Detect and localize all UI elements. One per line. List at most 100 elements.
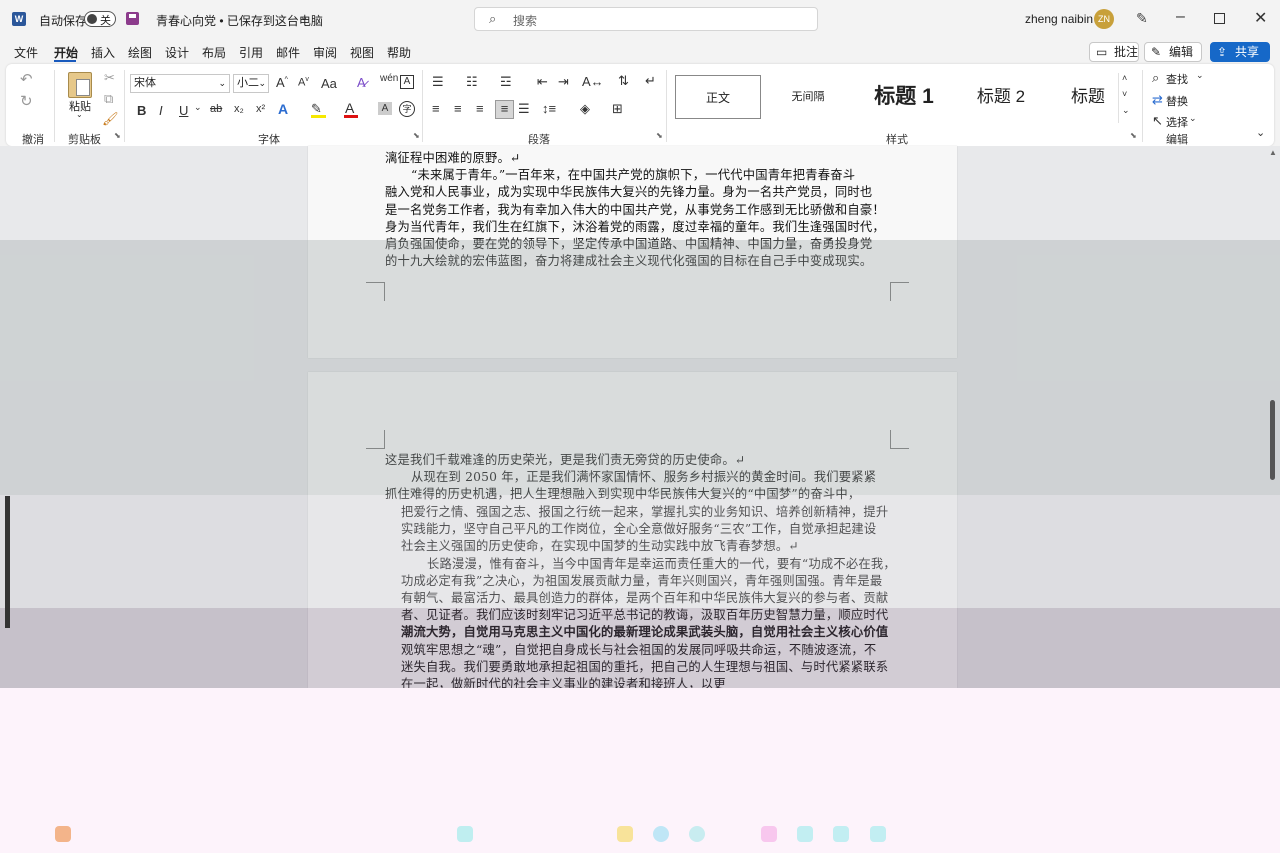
bullets-icon[interactable]: ☰	[432, 74, 444, 90]
collapse-ribbon-icon[interactable]: ⌄	[1256, 126, 1265, 139]
chevron-up-icon[interactable]: ˄	[1122, 73, 1127, 83]
numbering-icon[interactable]: ☷	[466, 74, 478, 90]
decrease-indent-icon[interactable]: ⇤	[537, 74, 548, 90]
enclose-char-icon[interactable]: 字	[399, 101, 415, 117]
paste-icon[interactable]	[68, 72, 92, 98]
sort-icon[interactable]: ⇅	[618, 73, 629, 89]
superscript-button[interactable]: x²	[256, 103, 265, 115]
app-icon[interactable]	[870, 826, 886, 842]
tab-view[interactable]: 视图	[350, 44, 374, 61]
copy-icon[interactable]: ⧉	[104, 91, 113, 107]
redo-icon[interactable]: ↻	[20, 92, 33, 110]
find-icon[interactable]: ⌕	[1152, 70, 1159, 86]
widgets-icon[interactable]	[55, 826, 71, 842]
cut-icon[interactable]: ✂	[104, 70, 115, 86]
chevron-down-icon[interactable]: ⌄	[1189, 113, 1197, 124]
find-button[interactable]: 查找	[1166, 71, 1188, 87]
style-title[interactable]: 标题	[1048, 75, 1128, 119]
select-icon[interactable]: ↖	[1152, 113, 1163, 129]
dialog-launcher-icon[interactable]: ⬊	[656, 131, 663, 140]
close-icon[interactable]: ✕	[1254, 8, 1267, 28]
user-name[interactable]: zheng naibin	[1025, 12, 1093, 26]
word-app-icon[interactable]: W	[12, 12, 26, 26]
char-border-icon[interactable]: A	[400, 75, 414, 89]
maximize-icon[interactable]	[1214, 13, 1225, 24]
clear-format-icon[interactable]: A̷	[357, 75, 366, 90]
align-right-icon[interactable]: ≡	[476, 101, 484, 116]
dialog-launcher-icon[interactable]: ⬊	[114, 131, 121, 140]
dialog-launcher-icon[interactable]: ⬊	[413, 131, 420, 140]
multilevel-list-icon[interactable]: ☲	[500, 74, 512, 90]
pen-icon[interactable]: ✎	[1136, 10, 1148, 27]
tab-insert[interactable]: 插入	[91, 44, 115, 61]
styles-scroll[interactable]: ˄ ˅ ⌄	[1118, 73, 1133, 123]
italic-button[interactable]: I	[159, 103, 163, 118]
mail-icon[interactable]	[797, 826, 813, 842]
font-size-select[interactable]: 小二 ⌄	[233, 74, 269, 93]
tab-help[interactable]: 帮助	[387, 44, 411, 61]
undo-icon[interactable]: ↶	[20, 70, 33, 88]
shrink-font-icon[interactable]: Av	[298, 76, 309, 89]
chevron-down-icon[interactable]: ˅	[1122, 89, 1127, 99]
distributed-icon[interactable]: ☰	[518, 101, 530, 117]
line-spacing-icon[interactable]: ↕≡	[542, 101, 556, 116]
align-center-icon[interactable]: ≡	[454, 101, 462, 116]
show-marks-icon[interactable]: ↵	[645, 73, 656, 89]
start-icon[interactable]	[457, 826, 473, 842]
replace-button[interactable]: 替换	[1166, 93, 1188, 109]
avatar[interactable]: ZN	[1094, 9, 1114, 29]
scrollbar[interactable]: ▲	[1268, 148, 1278, 688]
dialog-launcher-icon[interactable]: ⬊	[1130, 131, 1137, 140]
file-explorer-icon[interactable]	[617, 826, 633, 842]
edit-mode-button[interactable]: ✎ 编辑 ⌄	[1144, 42, 1202, 77]
grow-font-icon[interactable]: A^	[276, 75, 288, 90]
select-button[interactable]: 选择	[1166, 114, 1188, 130]
minimize-icon[interactable]: –	[1176, 8, 1185, 26]
increase-indent-icon[interactable]: ⇥	[558, 74, 569, 90]
align-left-icon[interactable]: ≡	[432, 101, 440, 116]
phonetic-guide-icon[interactable]: wén	[380, 73, 398, 84]
style-normal[interactable]: 正文	[675, 75, 761, 119]
more-styles-icon[interactable]: ⌄	[1122, 105, 1130, 116]
chevron-down-icon[interactable]: ⌄	[1196, 70, 1204, 81]
save-icon[interactable]	[126, 12, 139, 25]
text-effects-icon[interactable]: A	[278, 101, 288, 117]
tab-review[interactable]: 审阅	[313, 44, 337, 61]
chevron-down-icon[interactable]: ⌄	[76, 110, 83, 119]
tab-mailings[interactable]: 邮件	[276, 44, 300, 61]
bold-button[interactable]: B	[137, 103, 146, 118]
borders-icon[interactable]: ⊞	[612, 101, 623, 117]
style-no-spacing[interactable]: 无间隔	[764, 75, 852, 119]
font-name-select[interactable]: 宋体 ⌄	[130, 74, 230, 93]
char-shading-icon[interactable]: A	[378, 102, 392, 115]
font-color-icon[interactable]: A	[345, 100, 354, 116]
underline-button[interactable]: U	[179, 103, 188, 118]
tab-file[interactable]: 文件	[14, 44, 38, 61]
tab-layout[interactable]: 布局	[202, 44, 226, 61]
comment-button[interactable]: ▭ 批注	[1089, 42, 1139, 62]
store-icon[interactable]	[761, 826, 777, 842]
edge-icon[interactable]	[653, 826, 669, 842]
format-painter-icon[interactable]: 🖌	[102, 111, 119, 127]
document-title[interactable]: 青春心向党 • 已保存到这台电脑	[156, 12, 323, 29]
subscript-button[interactable]: x₂	[234, 103, 244, 115]
style-heading-1[interactable]: 标题 1	[854, 75, 954, 119]
replace-icon[interactable]: ⇄	[1152, 92, 1163, 108]
search-box[interactable]: ⌕ 搜索	[474, 7, 818, 31]
tab-home[interactable]: 开始	[54, 44, 78, 61]
tab-design[interactable]: 设计	[165, 44, 189, 61]
app-icon[interactable]	[833, 826, 849, 842]
style-heading-2[interactable]: 标题 2	[956, 75, 1046, 119]
chinese-layout-icon[interactable]: A↔	[582, 74, 604, 89]
scroll-up-icon[interactable]: ▲	[1269, 148, 1277, 157]
browser-icon[interactable]	[689, 826, 705, 842]
change-case-button[interactable]: Aa	[321, 76, 337, 91]
tab-draw[interactable]: 绘图	[128, 44, 152, 61]
justify-icon[interactable]: ≡	[495, 100, 514, 119]
share-button[interactable]: ⇪ 共享 ⌄	[1210, 42, 1270, 77]
tab-references[interactable]: 引用	[239, 44, 263, 61]
chevron-down-icon[interactable]: ⌄	[194, 102, 202, 113]
shading-icon[interactable]: ◈	[580, 101, 590, 117]
strikethrough-button[interactable]: ab	[210, 103, 222, 115]
chevron-down-icon[interactable]: ⌄	[300, 12, 308, 23]
